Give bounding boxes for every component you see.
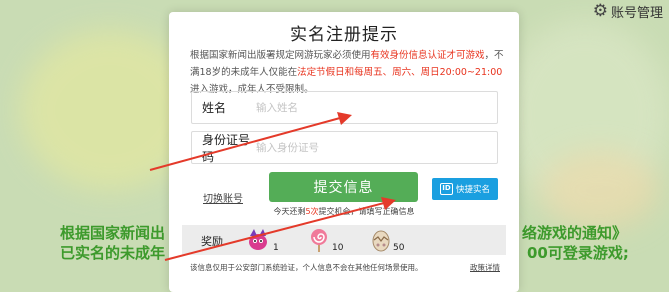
attempts-count: 5次 <box>305 207 319 216</box>
account-management-button[interactable]: ⚙ 账号管理 <box>592 1 663 22</box>
background-notice-right: 00可登录游戏; <box>527 244 629 262</box>
pink-creature-icon <box>249 229 267 250</box>
name-input[interactable] <box>256 101 466 114</box>
background-notice-left: 根据国家新闻出 <box>60 224 166 242</box>
name-field: 姓名 <box>191 91 498 124</box>
notice-highlight: 法定节假日和每周五、周六、周日20:00~21:00 <box>297 67 503 78</box>
quick-verify-button[interactable]: ID 快捷实名 <box>432 178 498 200</box>
reward-strip: 奖励 1 10 50 <box>182 225 506 255</box>
privacy-footer-text: 该信息仅用于公安部门系统验证，个人信息不会在其他任何场景使用。 <box>190 263 423 272</box>
id-number-input[interactable] <box>256 141 466 154</box>
policy-details-link[interactable]: 政策详情 <box>470 262 500 273</box>
hint-text: 提交机会，请填写正确信息 <box>318 207 415 216</box>
name-label: 姓名 <box>202 101 227 115</box>
quick-verify-label: 快捷实名 <box>455 185 490 195</box>
lollipop-icon <box>311 229 327 252</box>
reward-item: 10 <box>308 228 344 253</box>
real-name-dialog: 实名注册提示 根据国家新闻出版署规定网游玩家必须使用有效身份信息认证才可游戏，不… <box>169 12 519 292</box>
submit-button[interactable]: 提交信息 <box>269 172 418 202</box>
switch-account-link[interactable]: 切换账号 <box>203 190 243 205</box>
reward-count: 50 <box>393 243 405 253</box>
id-number-label: 身份证号码 <box>202 132 251 164</box>
reward-label: 奖励 <box>201 235 223 248</box>
notice-highlight: 有效身份信息认证才可游戏 <box>370 50 485 61</box>
background-notice-left: 已实名的未成年 <box>60 244 166 262</box>
reward-item: 50 <box>371 228 405 253</box>
account-management-label: 账号管理 <box>610 6 663 21</box>
submit-attempts-hint: 今天还剩5次提交机会，请填写正确信息 <box>169 206 519 217</box>
reward-item: 1 <box>245 228 279 253</box>
background-blob <box>540 150 660 230</box>
reward-count: 10 <box>332 243 344 253</box>
dialog-title: 实名注册提示 <box>290 25 398 45</box>
egg-icon <box>372 230 390 252</box>
notice-text: 根据国家新闻出版署规定网游玩家必须使用 <box>190 50 371 61</box>
background-notice-right: 络游戏的通知》 <box>522 224 628 242</box>
reward-count: 1 <box>273 243 279 253</box>
id-card-icon: ID <box>439 183 453 195</box>
hint-text: 今天还剩 <box>273 207 306 216</box>
id-number-field: 身份证号码 <box>191 131 498 164</box>
gear-icon: ⚙ <box>592 1 608 21</box>
